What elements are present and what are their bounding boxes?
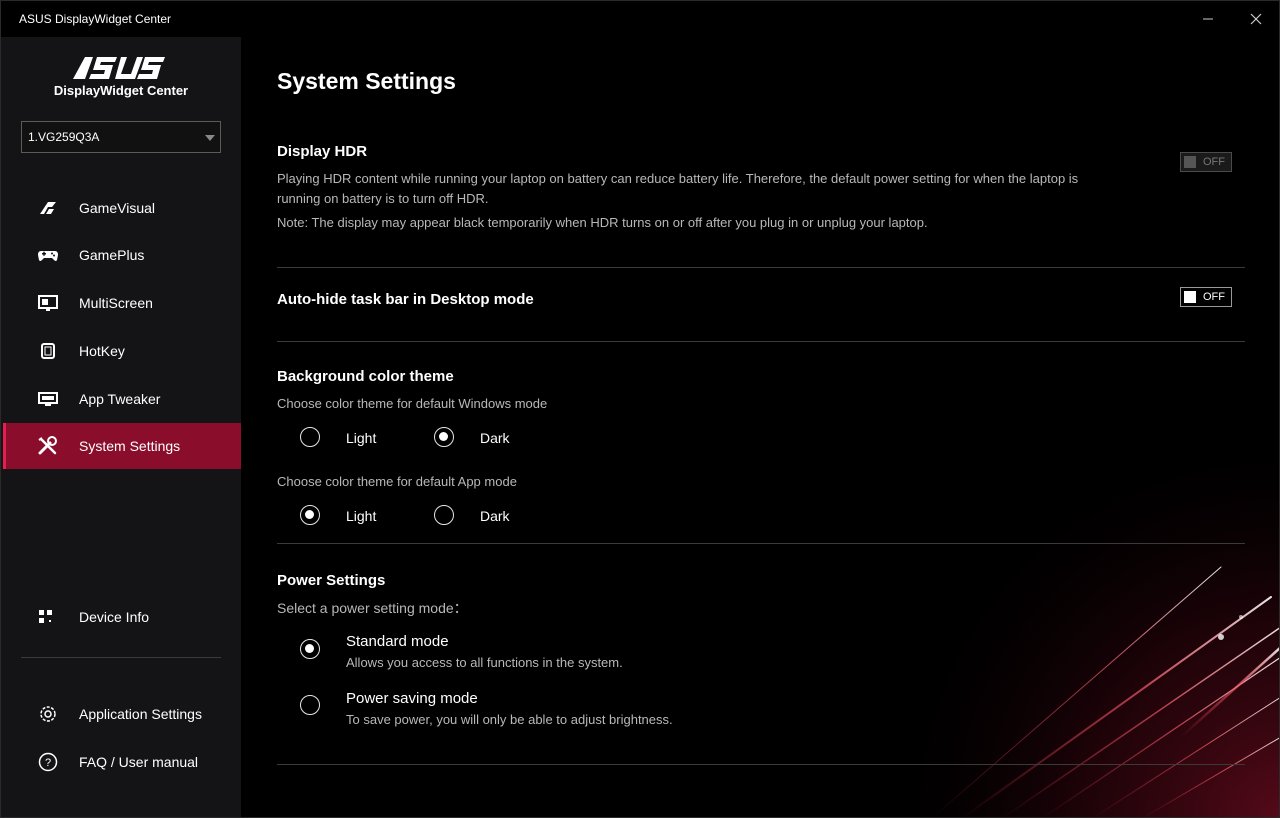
page-title: System Settings (277, 68, 456, 94)
nav-label: App Tweaker (79, 391, 161, 407)
close-icon (1250, 13, 1262, 25)
windows-dark-radio[interactable] (434, 427, 454, 447)
main-content: System Settings Display HDR Playing HDR … (241, 37, 1279, 817)
theme-app-label: Choose color theme for default App mode (277, 474, 517, 489)
nav-item-multiscreen[interactable]: MultiScreen (3, 280, 241, 326)
windows-light-label: Light (346, 430, 377, 446)
toggle-label: OFF (1203, 291, 1225, 303)
device-info-icon (39, 610, 52, 623)
nav-item-device-info[interactable]: Device Info (3, 594, 241, 640)
toggle-knob (1184, 291, 1196, 303)
app-tweaker-icon (38, 392, 58, 406)
hdr-description-line2: running on battery is to turn off HDR. (277, 191, 489, 206)
nav-item-gameplus[interactable]: GamePlus (3, 232, 241, 278)
chevron-down-icon (205, 135, 215, 141)
theme-title: Background color theme (277, 368, 454, 385)
power-title: Power Settings (277, 572, 386, 589)
close-button[interactable] (1239, 5, 1273, 33)
nav-label: GameVisual (79, 200, 156, 216)
asus-logo (73, 57, 165, 79)
gamevisual-icon (40, 202, 56, 214)
theme-windows-label: Choose color theme for default Windows m… (277, 396, 548, 411)
nav-item-application-settings[interactable]: Application Settings (3, 691, 241, 737)
power-saving-title: Power saving mode (346, 690, 478, 707)
device-dropdown[interactable]: 1.VG259Q3A (21, 121, 221, 153)
nav-item-system-settings[interactable]: System Settings (3, 423, 241, 469)
brand-subtitle: DisplayWidget Center (53, 83, 189, 98)
device-dropdown-value: 1.VG259Q3A (28, 130, 100, 144)
nav-label: FAQ / User manual (79, 754, 199, 770)
hotkey-icon (41, 343, 55, 359)
app-dark-label: Dark (480, 508, 510, 524)
nav-item-app-tweaker[interactable]: App Tweaker (3, 376, 241, 422)
nav-item-hotkey[interactable]: HotKey (3, 328, 241, 374)
section-divider (277, 543, 1245, 544)
hdr-title: Display HDR (277, 143, 368, 160)
tools-icon (38, 436, 57, 455)
nav-label: MultiScreen (79, 295, 153, 311)
power-prompt: Select a power setting mode： (277, 600, 468, 616)
minimize-button[interactable] (1191, 5, 1225, 33)
nav-label: Device Info (79, 609, 150, 625)
app-light-radio[interactable] (300, 505, 320, 525)
standard-mode-radio[interactable] (300, 639, 320, 659)
hdr-description-line1: Playing HDR content while running your l… (277, 171, 1079, 186)
standard-mode-title: Standard mode (346, 633, 449, 650)
nav-label: Application Settings (79, 706, 202, 722)
toggle-label: OFF (1203, 156, 1225, 168)
gamepad-icon (38, 251, 58, 261)
monitor-icon (38, 295, 58, 311)
help-icon: ? (38, 752, 58, 772)
sidebar-divider (21, 657, 221, 658)
windows-dark-label: Dark (480, 430, 510, 446)
section-divider (277, 267, 1245, 268)
nav-label: GamePlus (79, 247, 145, 263)
hdr-note: Note: The display may appear black tempo… (277, 215, 928, 230)
standard-mode-description: Allows you access to all functions in th… (346, 655, 623, 670)
title-bar[interactable]: ASUS DisplayWidget Center (1, 1, 1279, 37)
minimize-icon (1203, 18, 1213, 20)
nav-label: HotKey (79, 343, 125, 359)
window-title: ASUS DisplayWidget Center (19, 12, 172, 26)
nav-item-gamevisual[interactable]: GameVisual (3, 185, 241, 231)
section-divider (277, 764, 1245, 765)
autohide-toggle[interactable]: OFF (1180, 287, 1232, 307)
toggle-knob (1184, 156, 1196, 168)
power-saving-description: To save power, you will only be able to … (346, 712, 673, 727)
app-window: ASUS DisplayWidget Center DisplayWidget … (0, 0, 1280, 818)
power-saving-radio[interactable] (300, 695, 320, 715)
gear-icon (40, 706, 56, 722)
app-light-label: Light (346, 508, 377, 524)
nav-label: System Settings (79, 438, 181, 454)
autohide-title: Auto-hide task bar in Desktop mode (277, 291, 534, 308)
app-dark-radio[interactable] (434, 505, 454, 525)
sidebar: DisplayWidget Center 1.VG259Q3A GameVisu… (1, 37, 241, 817)
hdr-toggle[interactable]: OFF (1180, 152, 1232, 172)
svg-text:?: ? (45, 757, 51, 769)
windows-light-radio[interactable] (300, 427, 320, 447)
nav-item-faq[interactable]: ? FAQ / User manual (3, 739, 241, 785)
section-divider (277, 341, 1245, 342)
